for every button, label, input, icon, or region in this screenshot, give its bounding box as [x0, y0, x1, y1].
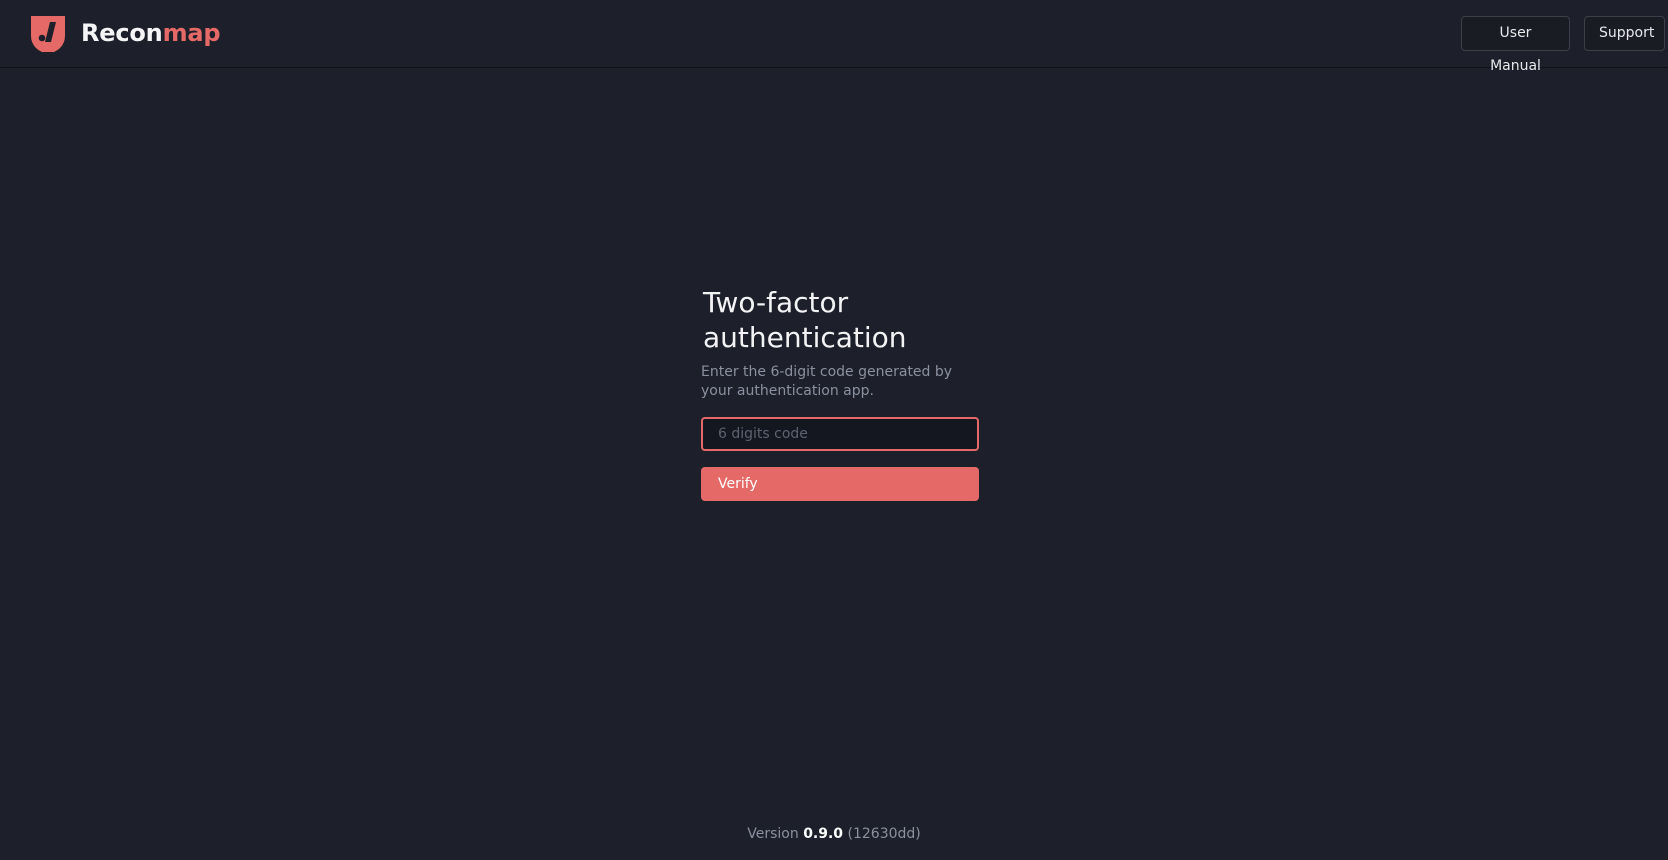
instructions-text: Enter the 6-digit code generated by your…: [701, 364, 953, 399]
version-number: 0.9.0: [803, 826, 844, 842]
two-factor-panel: Two-factor authentication Enter the 6-di…: [701, 285, 981, 501]
reconmap-logo-icon[interactable]: [29, 14, 67, 52]
version-prefix: Version: [747, 826, 799, 842]
brand-primary: Recon: [81, 19, 163, 47]
page-title: Two-factor authentication: [703, 286, 907, 354]
brand-accent: map: [162, 19, 221, 47]
support-button[interactable]: Support: [1584, 16, 1665, 51]
brand-name[interactable]: Reconmap: [81, 18, 221, 48]
version-footer: Version 0.9.0 (12630dd): [0, 826, 1668, 842]
user-manual-button[interactable]: User Manual: [1461, 16, 1570, 74]
build-hash: (12630dd): [847, 826, 921, 842]
verify-button[interactable]: Verify: [701, 467, 979, 501]
top-navbar: Reconmap User Manual Support: [0, 0, 1668, 74]
code-input[interactable]: [701, 417, 979, 451]
